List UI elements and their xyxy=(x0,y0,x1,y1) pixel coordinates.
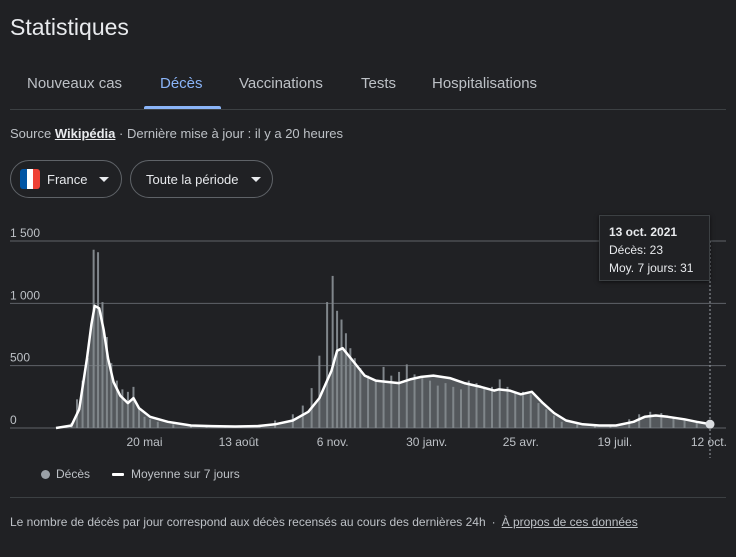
x-tick-label: 6 nov. xyxy=(317,435,349,449)
chart-legend: Décès Moyenne sur 7 jours xyxy=(41,467,240,481)
tooltip-average: Moy. 7 jours: 31 xyxy=(609,261,694,275)
tabs-divider xyxy=(10,109,726,110)
footer-note: Le nombre de décès par jour correspond a… xyxy=(10,515,486,529)
x-tick-label: 19 juil. xyxy=(597,435,632,449)
tooltip-deaths: Décès: 23 xyxy=(609,243,664,257)
x-tick-label: 13 août xyxy=(219,435,260,449)
footer-divider xyxy=(10,497,726,498)
legend-line-swatch xyxy=(112,472,125,476)
tab-hospitalisations[interactable]: Hospitalisations xyxy=(432,64,537,108)
tab-tests[interactable]: Tests xyxy=(361,64,396,108)
tab-bar: Nouveaux cas Décès Vaccinations Tests Ho… xyxy=(0,64,736,110)
tab-vaccinations[interactable]: Vaccinations xyxy=(239,64,323,108)
about-data-link[interactable]: À propos de ces données xyxy=(502,515,638,529)
x-tick-label: 20 mai xyxy=(127,435,163,449)
footer: Le nombre de décès par jour correspond a… xyxy=(10,515,638,529)
source-prefix: Source xyxy=(10,126,52,141)
y-tick-label: 0 xyxy=(10,413,17,427)
tab-nouveaux-cas[interactable]: Nouveaux cas xyxy=(27,64,122,108)
deaths-area xyxy=(56,305,710,428)
source-link-wikipedia[interactable]: Wikipédia xyxy=(55,126,116,141)
source-line: Source Wikipédia · Dernière mise à jour … xyxy=(10,126,343,141)
page-title: Statistiques xyxy=(10,14,129,40)
legend-bars-label: Décès xyxy=(56,467,91,481)
last-updated: · Dernière mise à jour : il y a 20 heure… xyxy=(119,126,344,141)
legend-line-label: Moyenne sur 7 jours xyxy=(131,467,240,481)
y-tick-label: 500 xyxy=(10,351,30,365)
x-tick-label: 12 oct. xyxy=(691,435,727,449)
x-tick-label: 25 avr. xyxy=(503,435,539,449)
legend-bars-swatch xyxy=(41,469,50,479)
france-flag-icon xyxy=(20,169,40,189)
y-tick-label: 1 500 xyxy=(10,226,40,240)
hover-marker-dot xyxy=(705,419,715,429)
tooltip-date: 13 oct. 2021 xyxy=(609,225,678,239)
y-tick-label: 1 000 xyxy=(10,288,40,302)
footer-separator: · xyxy=(491,515,496,529)
chart-tooltip: 13 oct. 2021 Décès: 23 Moy. 7 jours: 31 xyxy=(599,215,710,281)
x-tick-label: 30 janv. xyxy=(406,435,447,449)
country-dropdown[interactable]: France xyxy=(10,160,122,198)
chevron-down-icon xyxy=(99,176,110,182)
chevron-down-icon xyxy=(250,176,261,182)
period-dropdown-label: Toute la période xyxy=(146,171,239,187)
period-dropdown[interactable]: Toute la période xyxy=(130,160,273,198)
tab-deces[interactable]: Décès xyxy=(160,64,203,108)
country-dropdown-label: France xyxy=(47,171,88,187)
